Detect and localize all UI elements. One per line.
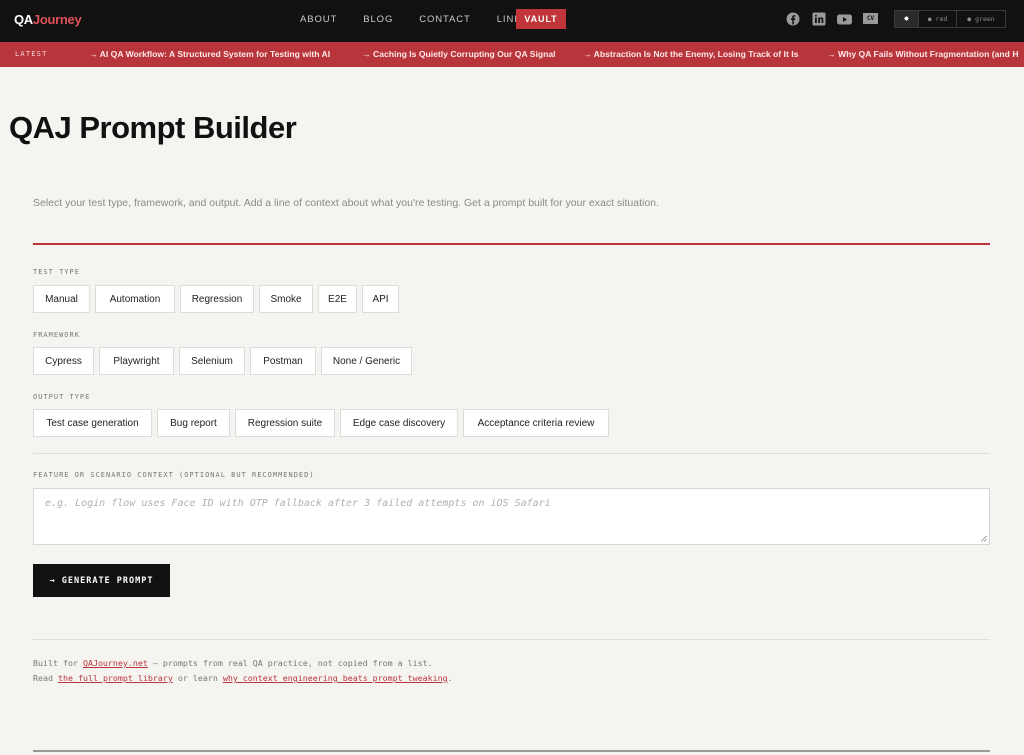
resize-handle-icon[interactable]: [980, 535, 987, 542]
framework-options: Cypress Playwright Selenium Postman None…: [33, 347, 412, 375]
test-type-e2e-option[interactable]: E2E: [318, 285, 357, 313]
bottom-divider: [33, 750, 990, 752]
framework-selenium-option[interactable]: Selenium: [179, 347, 245, 375]
theme-switcher: ✸ ● red ● green: [894, 10, 1006, 28]
test-type-api-option[interactable]: API: [362, 285, 399, 313]
generate-prompt-button[interactable]: → GENERATE PROMPT: [33, 564, 170, 597]
output-type-label: OUTPUT TYPE: [33, 393, 91, 401]
latest-ticker: LATEST → AI QA Workflow: A Structured Sy…: [0, 42, 1024, 67]
output-type-options: Test case generation Bug report Regressi…: [33, 409, 609, 437]
output-test-case-option[interactable]: Test case generation: [33, 409, 152, 437]
footer-divider: [33, 639, 990, 640]
cv-icon[interactable]: CV: [863, 13, 878, 24]
accent-divider: [33, 243, 990, 245]
theme-green-button[interactable]: ● green: [957, 11, 1005, 27]
nav-link-about[interactable]: ABOUT: [300, 14, 337, 25]
footer-line-1: Built for QAJourney.net — prompts from r…: [33, 658, 433, 668]
linkedin-icon[interactable]: [812, 12, 826, 26]
test-type-regression-option[interactable]: Regression: [180, 285, 254, 313]
output-regression-suite-option[interactable]: Regression suite: [235, 409, 335, 437]
footer-text: — prompts from real QA practice, not cop…: [147, 658, 433, 668]
framework-label: FRAMEWORK: [33, 331, 80, 339]
ticker-item[interactable]: → Abstraction Is Not the Enemy, Losing T…: [583, 49, 798, 59]
test-type-options: Manual Automation Regression Smoke E2E A…: [33, 285, 399, 313]
theme-red-button[interactable]: ● red: [919, 11, 957, 27]
output-edge-case-option[interactable]: Edge case discovery: [340, 409, 458, 437]
youtube-icon[interactable]: [837, 12, 852, 26]
footer-line-2: Read the full prompt library or learn wh…: [33, 673, 453, 683]
prompt-library-link[interactable]: the full prompt library: [58, 673, 173, 683]
output-bug-report-option[interactable]: Bug report: [157, 409, 230, 437]
context-textarea[interactable]: e.g. Login flow uses Face ID with OTP fa…: [33, 488, 990, 545]
test-type-manual-option[interactable]: Manual: [33, 285, 90, 313]
facebook-icon[interactable]: [786, 12, 800, 26]
framework-cypress-option[interactable]: Cypress: [33, 347, 94, 375]
logo-suffix: Journey: [32, 12, 82, 27]
framework-postman-option[interactable]: Postman: [250, 347, 316, 375]
ticker-item[interactable]: → Caching Is Quietly Corrupting Our QA S…: [362, 49, 556, 59]
output-acceptance-criteria-option[interactable]: Acceptance criteria review: [463, 409, 609, 437]
framework-playwright-option[interactable]: Playwright: [99, 347, 174, 375]
section-divider: [33, 453, 990, 454]
ticker-label: LATEST: [15, 50, 48, 58]
footer-text: or learn: [172, 673, 223, 683]
top-navigation: QAJourney ABOUT BLOG CONTACT LINKS VAULT…: [0, 0, 1024, 42]
footer-text: Built for: [33, 658, 83, 668]
vault-button[interactable]: VAULT: [516, 9, 566, 29]
nav-link-contact[interactable]: CONTACT: [419, 14, 471, 25]
context-label: FEATURE OR SCENARIO CONTEXT (OPTIONAL BU…: [33, 471, 315, 479]
framework-generic-option[interactable]: None / Generic: [321, 347, 412, 375]
test-type-label: TEST TYPE: [33, 268, 80, 276]
ticker-item[interactable]: → Why QA Fails Without Fragmentation (an…: [827, 49, 1019, 59]
test-type-smoke-option[interactable]: Smoke: [259, 285, 313, 313]
site-logo[interactable]: QAJourney: [14, 12, 82, 27]
test-type-automation-option[interactable]: Automation: [95, 285, 175, 313]
context-placeholder: e.g. Login flow uses Face ID with OTP fa…: [45, 498, 551, 509]
theme-default-button[interactable]: ✸: [895, 11, 919, 27]
footer-text: .: [447, 673, 453, 683]
context-engineering-link[interactable]: why context engineering beats prompt twe…: [223, 673, 448, 683]
footer-text: Read: [33, 673, 58, 683]
nav-link-blog[interactable]: BLOG: [363, 14, 393, 25]
qajourney-link[interactable]: QAJourney.net: [83, 658, 148, 668]
logo-prefix: QA: [14, 12, 33, 27]
intro-text: Select your test type, framework, and ou…: [33, 197, 659, 209]
page-title: QAJ Prompt Builder: [9, 110, 297, 145]
ticker-item[interactable]: → AI QA Workflow: A Structured System fo…: [89, 49, 330, 59]
